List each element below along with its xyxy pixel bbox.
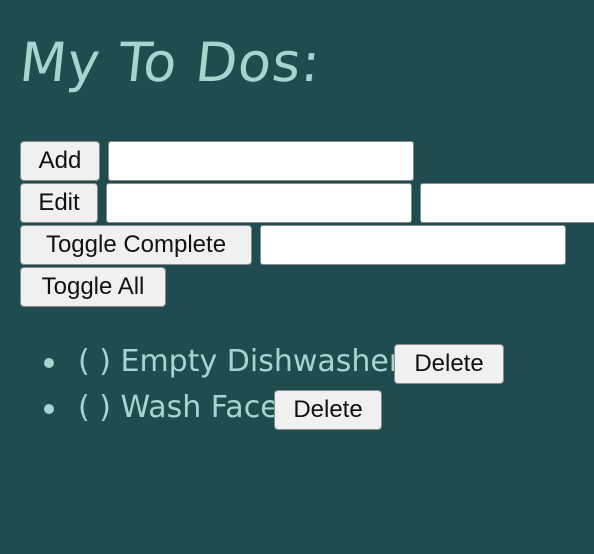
bullet-icon [44, 358, 54, 368]
toggle-complete-button[interactable]: Toggle Complete [20, 225, 252, 265]
edit-index-input[interactable] [106, 183, 412, 223]
page-title: My To Dos: [16, 31, 325, 94]
delete-button[interactable]: Delete [274, 390, 382, 430]
edit-button[interactable]: Edit [20, 183, 98, 223]
todo-text: ( ) Wash Face [78, 388, 279, 428]
bullet-icon [44, 404, 54, 414]
todo-status: ( ) [78, 390, 111, 425]
add-button[interactable]: Add [20, 141, 100, 181]
edit-text-input[interactable] [420, 183, 594, 223]
toggle-all-button[interactable]: Toggle All [20, 267, 166, 307]
todo-text: ( ) Empty Dishwasher [78, 342, 401, 382]
todo-label: Empty Dishwasher [120, 344, 402, 379]
todo-label: Wash Face [120, 390, 279, 425]
todo-status: ( ) [78, 344, 111, 379]
add-todo-input[interactable] [108, 141, 414, 181]
delete-button[interactable]: Delete [394, 344, 504, 384]
toggle-complete-input[interactable] [260, 225, 566, 265]
